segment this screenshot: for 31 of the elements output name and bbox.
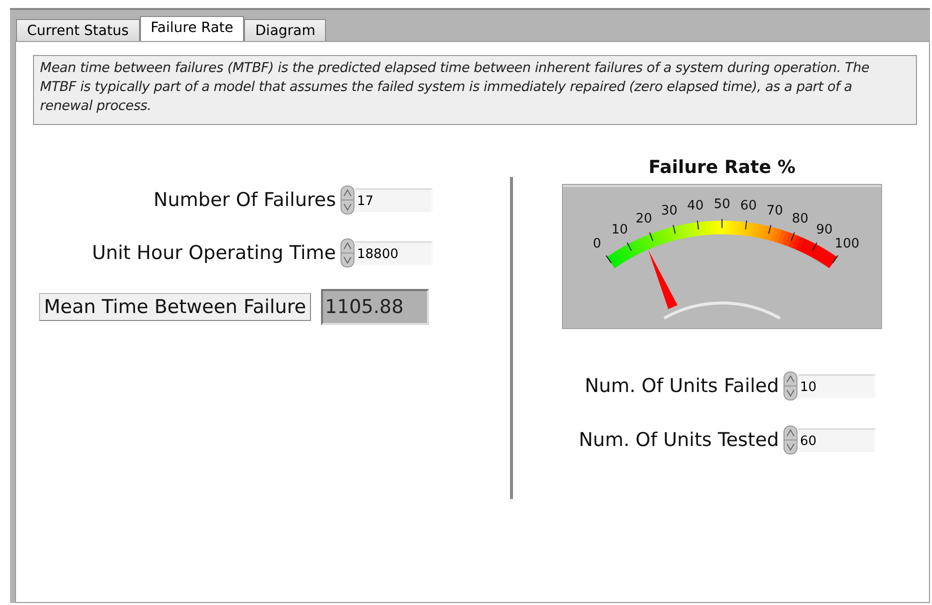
number-field[interactable]: 18800 [355, 240, 433, 264]
scale-label: 70 [766, 203, 783, 218]
tab[interactable]: Diagram [244, 19, 326, 42]
scale-label: 50 [714, 197, 730, 212]
spinner-arrows-icon[interactable] [783, 425, 798, 455]
gauge-title: Failure Rate % [647, 157, 796, 178]
spinner-arrows-icon[interactable] [340, 238, 355, 268]
field-label: Number Of Failures [154, 188, 336, 210]
scale-label: 40 [687, 198, 704, 214]
tab[interactable]: Failure Rate [140, 16, 244, 42]
mtbf-button[interactable]: Mean Time Between Failure [39, 293, 312, 321]
spinner-arrows-icon[interactable] [340, 184, 355, 214]
number-field[interactable]: 60 [798, 428, 876, 452]
description-text: Mean time between failures (MTBF) is the predicted elapsed time between inherent failures of a system during operation. The MTBF is typically part of a model that assumes the failed system is immediately repaired (zero elapsed time), as a part of a renewal process. [33, 55, 917, 125]
field-label: Num. Of Units Tested [578, 429, 779, 451]
scale-label: 10 [611, 222, 628, 238]
result-display: 1105.88 [321, 289, 430, 325]
field-label: Unit Hour Operating Time [92, 242, 336, 264]
scale-label: 20 [636, 211, 652, 226]
number-field[interactable]: 17 [355, 188, 433, 212]
gauge-needle [648, 250, 678, 310]
scale-label: 60 [740, 198, 757, 214]
spinner-arrows-icon[interactable] [783, 371, 798, 401]
scale-label: 30 [661, 203, 678, 218]
field-label: Num. Of Units Failed [584, 375, 779, 397]
tab[interactable]: Current Status [16, 19, 140, 42]
number-field[interactable]: 10 [798, 374, 876, 398]
scale-label: 80 [792, 211, 808, 226]
scale-label: 90 [816, 222, 833, 238]
scale-label: 100 [834, 236, 860, 252]
scale-label: 0 [592, 236, 602, 252]
